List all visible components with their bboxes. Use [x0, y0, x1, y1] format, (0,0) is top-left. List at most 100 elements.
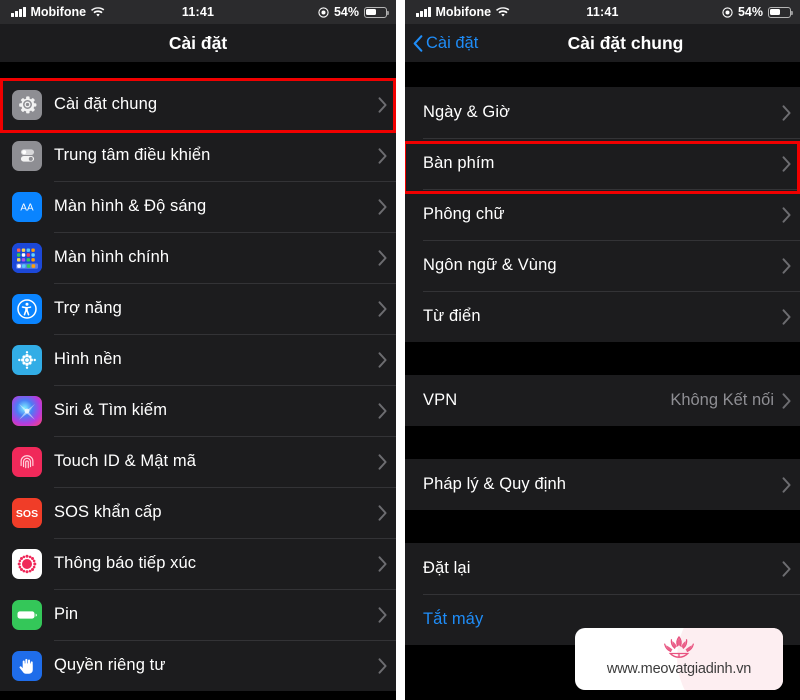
- right-phone-screen: Mobifone 11:41 54% Cài đặt Cài đặt chung…: [405, 0, 800, 700]
- status-bar-left: Mobifone 11:41 54%: [0, 0, 396, 24]
- settings-row-fonts[interactable]: Phông chữ: [405, 189, 800, 240]
- chevron-right-icon: [782, 560, 791, 577]
- status-bar-right-cluster: 54%: [722, 5, 794, 19]
- sidebar-item-wallpaper[interactable]: Hình nền: [0, 334, 396, 385]
- accessibility-icon: [12, 293, 42, 324]
- chevron-right-icon: [782, 257, 791, 274]
- chevron-right-icon: [378, 351, 387, 368]
- sidebar-item-control-center[interactable]: Trung tâm điều khiển: [0, 130, 396, 181]
- battery-icon: [768, 6, 794, 18]
- settings-row-label: Tắt máy: [423, 610, 484, 628]
- sidebar-item-privacy[interactable]: Quyền riêng tư: [0, 640, 396, 691]
- sidebar-item-label: Màn hình chính: [54, 248, 170, 266]
- panel-divider: [396, 0, 405, 700]
- sidebar-item-label: Quyền riêng tư: [54, 656, 166, 674]
- status-bar-right: Mobifone 11:41 54%: [405, 0, 800, 24]
- wallpaper-icon: [12, 344, 42, 375]
- settings-row-reset[interactable]: Đặt lại: [405, 543, 800, 594]
- sidebar-item-label: Touch ID & Mật mã: [54, 452, 196, 470]
- chevron-right-icon: [782, 104, 791, 121]
- sidebar-item-label: Trung tâm điều khiển: [54, 146, 211, 164]
- section-gap: [405, 426, 800, 459]
- settings-row-label: VPN: [423, 391, 458, 409]
- settings-row-label: Pháp lý & Quy định: [423, 475, 567, 493]
- chevron-right-icon: [782, 308, 791, 325]
- nav-bar-left: Cài đặt: [0, 24, 396, 62]
- settings-group-legal: Pháp lý & Quy định: [405, 459, 800, 510]
- nav-bar-right: Cài đặt Cài đặt chung: [405, 24, 800, 62]
- sidebar-item-touch-id-passcode[interactable]: Touch ID & Mật mã: [0, 436, 396, 487]
- location-services-icon: [722, 6, 733, 18]
- settings-group-vpn: VPN Không Kết nối: [405, 375, 800, 426]
- home-screen-icon: [12, 242, 42, 273]
- settings-row-legal-regulatory[interactable]: Pháp lý & Quy định: [405, 459, 800, 510]
- chevron-right-icon: [378, 96, 387, 113]
- section-gap: [405, 62, 800, 87]
- back-button[interactable]: Cài đặt: [405, 34, 478, 53]
- chevron-right-icon: [782, 155, 791, 172]
- sidebar-item-emergency-sos[interactable]: SOS SOS khẩn cấp: [0, 487, 396, 538]
- chevron-right-icon: [782, 206, 791, 223]
- settings-row-date-time[interactable]: Ngày & Giờ: [405, 87, 800, 138]
- section-gap: [405, 510, 800, 543]
- sidebar-item-general[interactable]: Cài đặt chung: [0, 79, 396, 130]
- settings-row-dictionary[interactable]: Từ điển: [405, 291, 800, 342]
- settings-row-label: Ngôn ngữ & Vùng: [423, 256, 557, 274]
- back-button-label: Cài đặt: [426, 33, 479, 52]
- sidebar-item-label: Màn hình & Độ sáng: [54, 197, 207, 215]
- svg-text:AA: AA: [20, 202, 34, 213]
- settings-row-label: Ngày & Giờ: [423, 103, 511, 121]
- sidebar-item-label: Hình nền: [54, 350, 122, 368]
- sidebar-item-home-screen[interactable]: Màn hình chính: [0, 232, 396, 283]
- sidebar-item-accessibility[interactable]: Trợ năng: [0, 283, 396, 334]
- battery-icon: [364, 6, 390, 18]
- settings-row-label: Từ điển: [423, 307, 481, 325]
- settings-row-keyboard[interactable]: Bàn phím: [405, 138, 800, 189]
- exposure-notification-icon: [12, 548, 42, 579]
- emergency-sos-icon: SOS: [12, 497, 42, 528]
- sidebar-item-label: Thông báo tiếp xúc: [54, 554, 197, 572]
- sidebar-item-siri-search[interactable]: Siri & Tìm kiếm: [0, 385, 396, 436]
- lotus-flower-logo: [652, 633, 706, 660]
- chevron-right-icon: [378, 657, 387, 674]
- section-gap: [0, 62, 396, 79]
- location-services-icon: [318, 6, 329, 18]
- control-center-icon: [12, 140, 42, 171]
- settings-row-vpn[interactable]: VPN Không Kết nối: [405, 375, 800, 426]
- chevron-right-icon: [782, 392, 791, 409]
- chevron-right-icon: [378, 402, 387, 419]
- sidebar-item-display-brightness[interactable]: AA Màn hình & Độ sáng: [0, 181, 396, 232]
- left-phone-screen: Mobifone 11:41 54% Cài đặt Cài đặt chung…: [0, 0, 396, 700]
- sidebar-item-label: Cài đặt chung: [54, 95, 158, 113]
- chevron-right-icon: [378, 198, 387, 215]
- chevron-right-icon: [378, 249, 387, 266]
- settings-row-label: Phông chữ: [423, 205, 505, 223]
- settings-group-left: Cài đặt chung Trung tâm điều khiển AA Mà…: [0, 79, 396, 691]
- sidebar-item-label: SOS khẩn cấp: [54, 503, 162, 521]
- sidebar-item-label: Siri & Tìm kiếm: [54, 401, 168, 419]
- page-title: Cài đặt: [168, 32, 228, 53]
- chevron-left-icon: [413, 34, 423, 52]
- chevron-right-icon: [378, 453, 387, 470]
- sidebar-item-label: Pin: [54, 605, 79, 623]
- settings-row-label: Bàn phím: [423, 154, 495, 172]
- battery-green-icon: [12, 599, 42, 630]
- privacy-hand-icon: [12, 650, 42, 681]
- battery-percent-label: 54%: [333, 5, 359, 19]
- section-gap: [405, 342, 800, 375]
- dual-screenshot-container: Mobifone 11:41 54% Cài đặt Cài đặt chung…: [0, 0, 800, 700]
- site-watermark: www.meovatgiadinh.vn: [575, 628, 783, 690]
- settings-row-value: Không Kết nối: [670, 391, 774, 409]
- siri-icon: [12, 395, 42, 426]
- chevron-right-icon: [378, 606, 387, 623]
- sidebar-item-battery[interactable]: Pin: [0, 589, 396, 640]
- svg-text:SOS: SOS: [16, 508, 38, 520]
- touch-id-icon: [12, 446, 42, 477]
- sidebar-item-exposure-notifications[interactable]: Thông báo tiếp xúc: [0, 538, 396, 589]
- chevron-right-icon: [378, 300, 387, 317]
- gear-icon: [12, 89, 42, 120]
- chevron-right-icon: [378, 555, 387, 572]
- chevron-right-icon: [378, 504, 387, 521]
- settings-row-label: Đặt lại: [423, 559, 471, 577]
- settings-row-language-region[interactable]: Ngôn ngữ & Vùng: [405, 240, 800, 291]
